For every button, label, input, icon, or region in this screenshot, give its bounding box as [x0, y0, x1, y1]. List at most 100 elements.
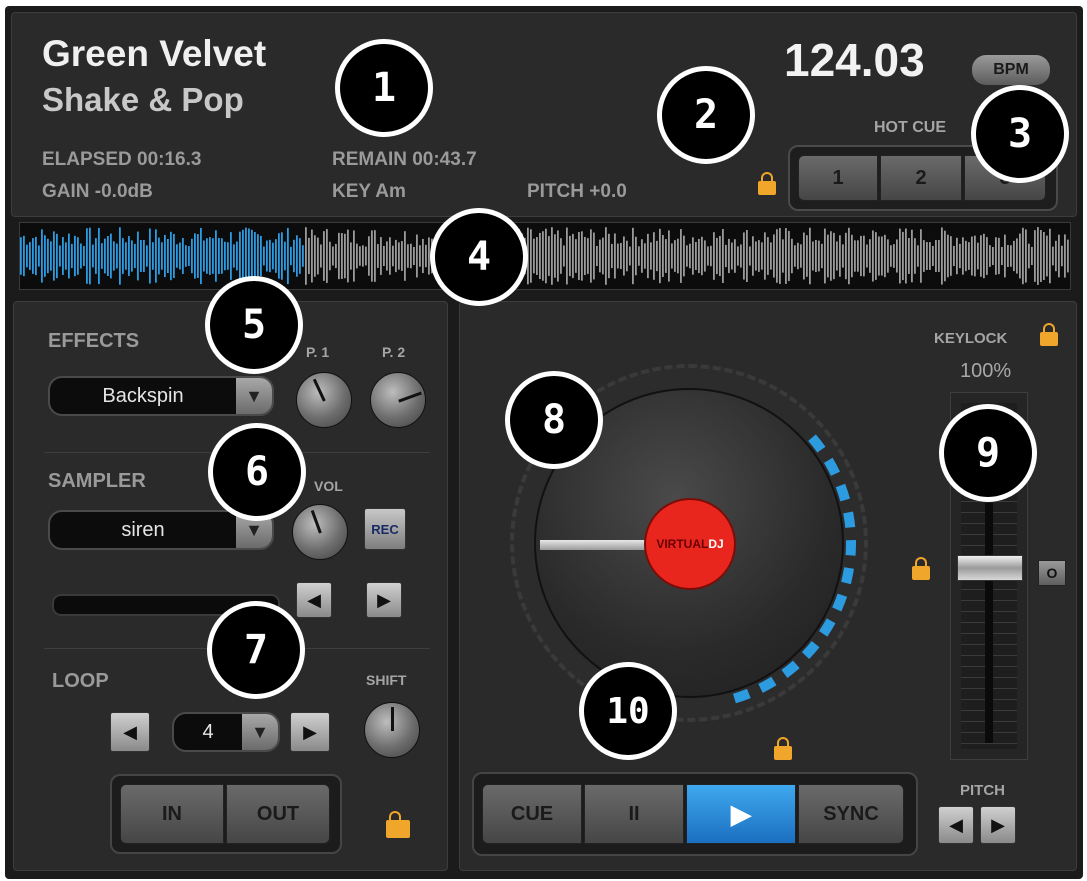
waveform-bar — [806, 235, 808, 277]
waveform-bar — [569, 235, 571, 277]
hotcue-2-button[interactable]: 2 — [880, 155, 962, 201]
effects-dropdown[interactable]: Backspin ▼ — [48, 376, 274, 416]
platter-lock-icon[interactable] — [912, 557, 930, 580]
waveform-bar — [164, 234, 166, 278]
transport-lock-icon[interactable] — [774, 737, 792, 760]
waveform-bar — [158, 237, 160, 275]
sampler-prev-button[interactable]: ◀ — [296, 582, 332, 618]
shift-label: SHIFT — [366, 672, 407, 688]
effects-label: EFFECTS — [48, 330, 140, 352]
waveform-bar — [362, 245, 364, 267]
waveform-bar — [854, 240, 856, 272]
hotcue-1-button[interactable]: 1 — [798, 155, 878, 201]
waveform-bar — [95, 238, 97, 274]
waveform-bar — [890, 245, 892, 267]
p1-knob[interactable] — [296, 372, 352, 428]
waveform-bar — [866, 244, 868, 268]
loop-in-button[interactable]: IN — [120, 784, 224, 844]
rec-button[interactable]: REC — [364, 508, 406, 550]
pitch-label: PITCH — [960, 782, 1005, 799]
waveform-bar — [560, 238, 562, 274]
waveform-bar — [809, 227, 811, 285]
waveform-bar — [212, 238, 214, 274]
waveform-bar — [1007, 245, 1009, 267]
waveform-bar — [50, 241, 52, 271]
waveform-bar — [746, 229, 748, 283]
waveform-bar — [644, 243, 646, 269]
keylock-percent: 100% — [960, 360, 1012, 382]
waveform-bar — [701, 236, 703, 276]
waveform-bar — [758, 240, 760, 272]
callout-10: 10 — [579, 662, 677, 760]
waveform-bar — [671, 243, 673, 269]
waveform-bar — [1040, 230, 1042, 282]
waveform-bar — [338, 232, 340, 280]
vol-label: VOL — [314, 478, 343, 494]
callout-3: 3 — [971, 85, 1069, 183]
hotcue-lock-icon[interactable] — [758, 172, 776, 195]
waveform-bar — [224, 241, 226, 271]
waveform-bar — [320, 244, 322, 268]
waveform-bar — [389, 237, 391, 275]
pitch-up-button[interactable]: ▶ — [980, 806, 1016, 844]
pause-button[interactable]: II — [584, 784, 684, 844]
loop-in-out-group: IN OUT — [110, 774, 342, 854]
waveform-bar — [194, 233, 196, 279]
waveform-bar — [62, 237, 64, 275]
waveform-bar — [608, 233, 610, 279]
play-button[interactable]: ▶ — [686, 784, 796, 844]
pitch-zero-button[interactable]: O — [1038, 560, 1066, 586]
waveform-bar — [146, 245, 148, 267]
waveform-bar — [116, 243, 118, 269]
waveform-bar — [695, 241, 697, 271]
waveform-bar — [797, 242, 799, 270]
waveform-bar — [791, 238, 793, 274]
waveform-bar — [131, 240, 133, 272]
waveform-bar — [1052, 246, 1054, 266]
keylock-icon[interactable] — [1040, 323, 1058, 346]
waveform-bar — [236, 241, 238, 271]
waveform-bar — [1019, 233, 1021, 279]
waveform-bar — [278, 233, 280, 279]
pitch-slider-handle[interactable] — [957, 555, 1023, 581]
waveform-bar — [626, 240, 628, 272]
waveform-bar — [818, 240, 820, 272]
waveform-bar — [563, 245, 565, 267]
waveform-bar — [251, 229, 253, 283]
transport-group: CUE II ▶ SYNC — [472, 772, 918, 856]
waveform-bar — [167, 238, 169, 274]
waveform-bar — [92, 244, 94, 268]
waveform-bar — [170, 231, 172, 281]
sampler-next-button[interactable]: ▶ — [366, 582, 402, 618]
elapsed-time: ELAPSED 00:16.3 — [42, 149, 202, 170]
sync-button[interactable]: SYNC — [798, 784, 904, 844]
waveform-bar — [692, 237, 694, 275]
loop-increase-button[interactable]: ▶ — [290, 712, 330, 752]
waveform-bar — [944, 230, 946, 282]
waveform-bar — [920, 229, 922, 283]
waveform-bar — [359, 246, 361, 266]
loop-lock-icon[interactable] — [386, 811, 410, 838]
waveform-bar — [887, 239, 889, 273]
waveform-bar — [1004, 234, 1006, 278]
cue-button[interactable]: CUE — [482, 784, 582, 844]
bpm-button[interactable]: BPM — [972, 55, 1050, 85]
waveform-bar — [713, 232, 715, 280]
waveform-bar — [974, 235, 976, 277]
sampler-volume-knob[interactable] — [292, 504, 348, 560]
loop-size-dropdown[interactable]: 4 ▼ — [172, 712, 280, 752]
waveform-bar — [206, 238, 208, 274]
waveform-bar — [254, 232, 256, 280]
waveform-bar — [770, 242, 772, 270]
callout-2: 2 — [657, 66, 755, 164]
waveform-bar — [875, 232, 877, 280]
callout-6: 6 — [208, 423, 306, 521]
waveform-display[interactable] — [19, 222, 1071, 290]
waveform-bar — [1058, 234, 1060, 278]
p2-knob[interactable] — [370, 372, 426, 428]
pitch-down-button[interactable]: ◀ — [938, 806, 974, 844]
loop-out-button[interactable]: OUT — [226, 784, 330, 844]
loop-shift-knob[interactable] — [364, 702, 420, 758]
loop-decrease-button[interactable]: ◀ — [110, 712, 150, 752]
waveform-bar — [197, 234, 199, 278]
